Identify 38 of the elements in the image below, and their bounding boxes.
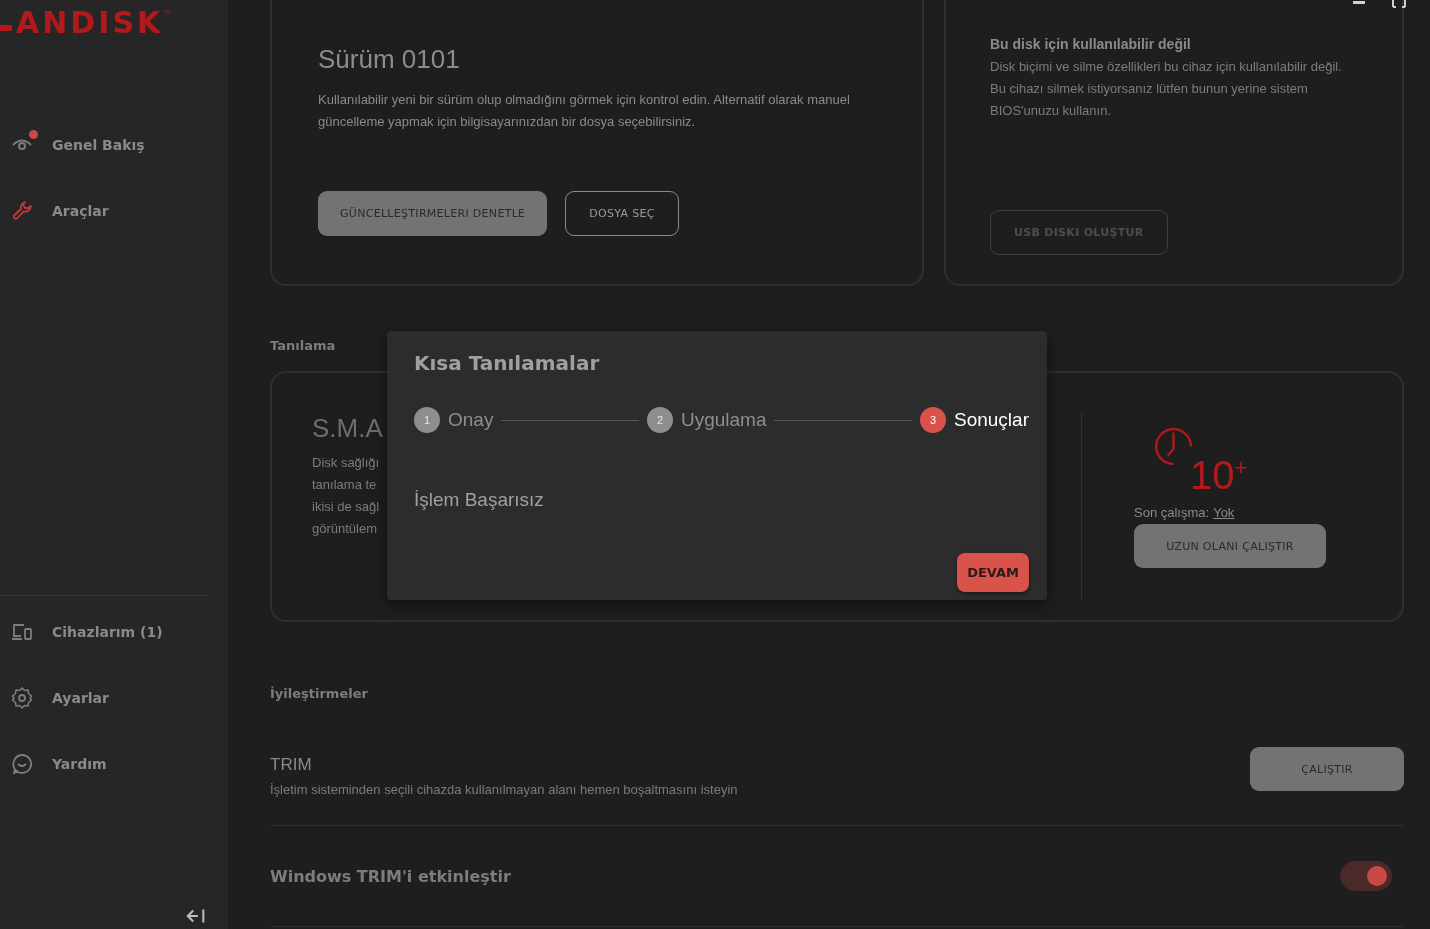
smart-title: S.M.A [312,413,383,444]
continue-button[interactable]: DEVAM [957,553,1029,592]
maximize-icon[interactable] [1392,0,1406,8]
last-run-link[interactable]: Yok [1213,505,1235,520]
trim-description: İşletim sisteminden seçili cihazda kullanılmayan alanı hemen boşaltmasını isteyin [270,782,738,797]
nav-item[interactable]: Cihazlarım (1) [0,614,163,650]
card-title: Bu disk için kullanılabilir değil [990,36,1192,52]
settings-icon [10,686,34,710]
nav-item[interactable]: Araçlar [0,193,109,229]
smart-description: görüntülem [312,520,378,538]
section-title: Tanılama [270,338,337,353]
nav-item[interactable]: Genel Bakış [0,127,145,163]
smart-description: Disk sağlığı [312,454,380,472]
action-button[interactable]: DOSYA SEÇ [565,191,679,236]
step: 1 Onay [414,407,494,433]
version-title: Sürüm 0101 [318,44,461,75]
result-message: İşlem Başarısız [414,489,545,511]
chat-icon [10,752,34,776]
last-run-label: Son çalışma: [1134,505,1210,520]
nav-item[interactable]: Yardım [0,746,107,782]
trim-title: TRIM [270,755,313,775]
nav-item[interactable]: Ayarlar [0,680,109,716]
wrench-icon [10,199,34,223]
toggle-switch[interactable] [1340,861,1392,891]
dialog-title: Kısa Tanılamalar [414,351,601,375]
step: 2 Uygulama [646,407,767,433]
step: 3 Sonuçlar [920,407,1029,433]
format-description: Disk biçimi ve silme özellikleri bu cihaz için kullanılabilir değil. Bu cihazı silmek istiyorsanız lütfen bunun yerine sistem BIOS'unuzu kullanın. [990,58,1343,120]
section-title: İyileştirmeler [270,686,369,701]
smart-description: ikisi de sağl [312,498,380,516]
run-long-test-button[interactable]: UZUN OLANI ÇALIŞTIR [1134,524,1326,568]
duration-label: 10$^{+}$ [1190,455,1248,495]
smart-description: tanılama te [312,476,377,494]
run-button[interactable]: ÇALIŞTIR [1250,747,1404,791]
toggle-label: Windows TRIM'i etkinleştir [270,866,511,886]
action-button[interactable]: GÜNCELLEŞTIRMELERI DENETLE [318,191,548,236]
firmware-description: Kullanılabilir yeni bir sürüm olup olmadığını görmek için kontrol edin. Alternatif olarak manuel güncelleme yapmak için bilgisayarınızdan bir dosya seçebilirsiniz. [318,91,851,131]
logo: ANDISK$^{™}$ [0,5,228,41]
